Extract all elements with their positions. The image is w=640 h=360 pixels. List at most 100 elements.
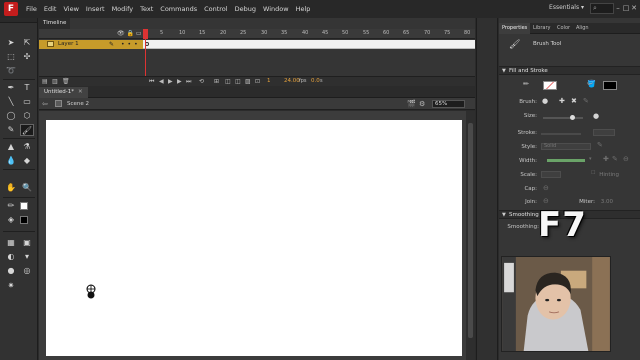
cap-select-icon[interactable]: ⊖ [543, 184, 549, 192]
elapsed-time[interactable]: 0.0 [311, 78, 320, 84]
edit-brush-icon[interactable]: ✎ [583, 97, 589, 105]
subselection-tool-icon[interactable]: ⇱ [20, 37, 34, 49]
help-search-input[interactable]: ⌕ [590, 3, 614, 14]
size-slider[interactable] [543, 117, 583, 119]
center-frame-icon[interactable]: ⊞ [214, 78, 219, 85]
tab-properties[interactable]: Properties [499, 23, 531, 34]
stroke-slider[interactable] [541, 133, 581, 135]
tools-panel-grip[interactable] [0, 18, 37, 23]
size-slider-knob[interactable] [570, 115, 575, 120]
stroke-color-swatch[interactable] [20, 202, 28, 210]
style-select[interactable]: Solid [541, 143, 591, 150]
eyedropper-tool-icon[interactable]: 💧 [4, 155, 18, 167]
menu-file[interactable]: File [26, 5, 37, 13]
first-frame-icon[interactable]: ⏮ [149, 78, 154, 86]
vertical-scrollbar[interactable] [466, 111, 475, 360]
fill-color-icon[interactable]: ◈ [4, 214, 18, 226]
stage[interactable] [46, 120, 462, 356]
delete-layer-icon[interactable]: 🗑 [62, 78, 70, 85]
menu-help[interactable]: Help [296, 5, 311, 13]
onion-outline-icon[interactable]: ◫ [235, 78, 241, 85]
eye-lock-outline-icons[interactable]: 👁 🔒 ▭ [117, 30, 142, 37]
back-arrow-icon[interactable]: ⇦ [42, 98, 48, 110]
close-button[interactable]: ✕ [630, 2, 638, 14]
new-folder-icon[interactable]: ▥ [52, 78, 58, 85]
width-profile-bar[interactable] [547, 159, 585, 162]
menu-edit[interactable]: Edit [44, 5, 57, 13]
brush-tool-icon[interactable]: 🖌 [20, 124, 34, 136]
width-dropdown-icon[interactable]: ▾ [589, 156, 592, 162]
frame-ruler[interactable]: 👁 🔒 ▭ 1 5 10 15 20 25 30 35 40 45 50 55 … [39, 29, 475, 39]
play-icon[interactable]: ▶ [168, 78, 173, 85]
width-settings-icon[interactable]: ⊖ [623, 155, 629, 163]
menu-commands[interactable]: Commands [160, 5, 197, 13]
edit-symbol-icon[interactable]: ⚙ [419, 98, 425, 110]
tab-color[interactable]: Color [554, 23, 573, 34]
edit-multiple-icon[interactable]: ▨ [245, 78, 251, 85]
object-drawing-icon[interactable]: ▦ [4, 237, 18, 249]
menu-text[interactable]: Text [140, 5, 153, 13]
stroke-color-chip[interactable] [543, 81, 557, 90]
stroke-field[interactable] [593, 129, 615, 136]
text-tool-icon[interactable]: T [20, 82, 34, 94]
onion-skin-icon[interactable]: ◫ [225, 78, 231, 85]
free-transform-tool-icon[interactable]: ⬚ [4, 51, 18, 63]
delete-width-icon[interactable]: ✎ [612, 155, 618, 163]
layer-name[interactable]: Layer 1 [58, 40, 79, 49]
current-frame[interactable]: 1 [267, 78, 271, 84]
pressure-icon[interactable]: ◎ [20, 265, 34, 277]
lock-fill-icon[interactable]: ▣ [20, 237, 34, 249]
collapsed-panel-dock[interactable] [476, 18, 498, 360]
lasso-tool-icon[interactable]: ➰ [4, 65, 18, 77]
layer-row[interactable]: Layer 1 ✎ ••• [39, 40, 143, 49]
line-tool-icon[interactable]: ╲ [4, 96, 18, 108]
menu-debug[interactable]: Debug [235, 5, 256, 13]
brush-shape-circle-icon[interactable]: ● [542, 97, 548, 105]
add-width-icon[interactable]: ✚ [603, 155, 609, 163]
layer-toggle-dots[interactable]: ••• [121, 40, 141, 49]
new-layer-icon[interactable]: ▤ [42, 78, 48, 85]
add-brush-icon[interactable]: ✚ [559, 97, 565, 105]
brush-shape-icon[interactable]: ● [4, 265, 18, 277]
hand-tool-icon[interactable]: ✋ [4, 182, 18, 194]
frames-grid[interactable] [143, 40, 475, 49]
stroke-color-icon[interactable]: ✏ [4, 200, 18, 212]
tab-align[interactable]: Align [573, 23, 592, 34]
menu-modify[interactable]: Modify [112, 5, 134, 13]
maximize-button[interactable]: □ [622, 2, 630, 14]
ink-bottle-tool-icon[interactable]: ⚗ [20, 141, 34, 153]
menu-insert[interactable]: Insert [86, 5, 105, 13]
onion-markers-icon[interactable]: ⊡ [255, 78, 260, 85]
delete-brush-icon[interactable]: ✖ [571, 97, 577, 105]
step-back-icon[interactable]: ◀ [159, 78, 164, 85]
zoom-tool-icon[interactable]: 🔍 [20, 182, 34, 194]
pencil-tool-icon[interactable]: ✎ [4, 124, 18, 136]
tab-library[interactable]: Library [530, 23, 553, 34]
menu-view[interactable]: View [63, 5, 78, 13]
scale-select[interactable] [541, 171, 561, 178]
rectangle-tool-icon[interactable]: ▭ [20, 96, 34, 108]
loop-icon[interactable]: ⟲ [199, 78, 204, 85]
scene-name[interactable]: Scene 2 [67, 98, 89, 110]
edit-scene-icon[interactable]: 🎬 [407, 98, 416, 110]
fill-color-swatch[interactable] [20, 216, 28, 224]
tab-timeline[interactable]: Timeline [39, 18, 71, 29]
menu-window[interactable]: Window [263, 5, 289, 13]
brush-size-icon[interactable]: ▾ [20, 251, 34, 263]
selection-tool-icon[interactable]: ➤ [4, 37, 18, 49]
polystar-tool-icon[interactable]: ⬡ [20, 110, 34, 122]
last-frame-icon[interactable]: ⏭ [186, 78, 191, 86]
oval-tool-icon[interactable]: ◯ [4, 110, 18, 122]
eraser-tool-icon[interactable]: ◆ [20, 155, 34, 167]
minimize-button[interactable]: – [614, 2, 622, 14]
fill-color-chip[interactable] [603, 81, 617, 90]
brush-mode-icon[interactable]: ◐ [4, 251, 18, 263]
pen-tool-icon[interactable]: ✒ [4, 82, 18, 94]
scrollbar-thumb[interactable] [468, 123, 473, 338]
close-tab-icon[interactable]: ✕ [78, 89, 83, 95]
step-forward-icon[interactable]: ▶ [177, 78, 182, 85]
zoom-select[interactable]: 65% [432, 100, 465, 108]
menu-control[interactable]: Control [204, 5, 228, 13]
tilt-icon[interactable]: ✷ [4, 280, 18, 292]
edit-stroke-style-icon[interactable]: ✎ [597, 141, 603, 149]
